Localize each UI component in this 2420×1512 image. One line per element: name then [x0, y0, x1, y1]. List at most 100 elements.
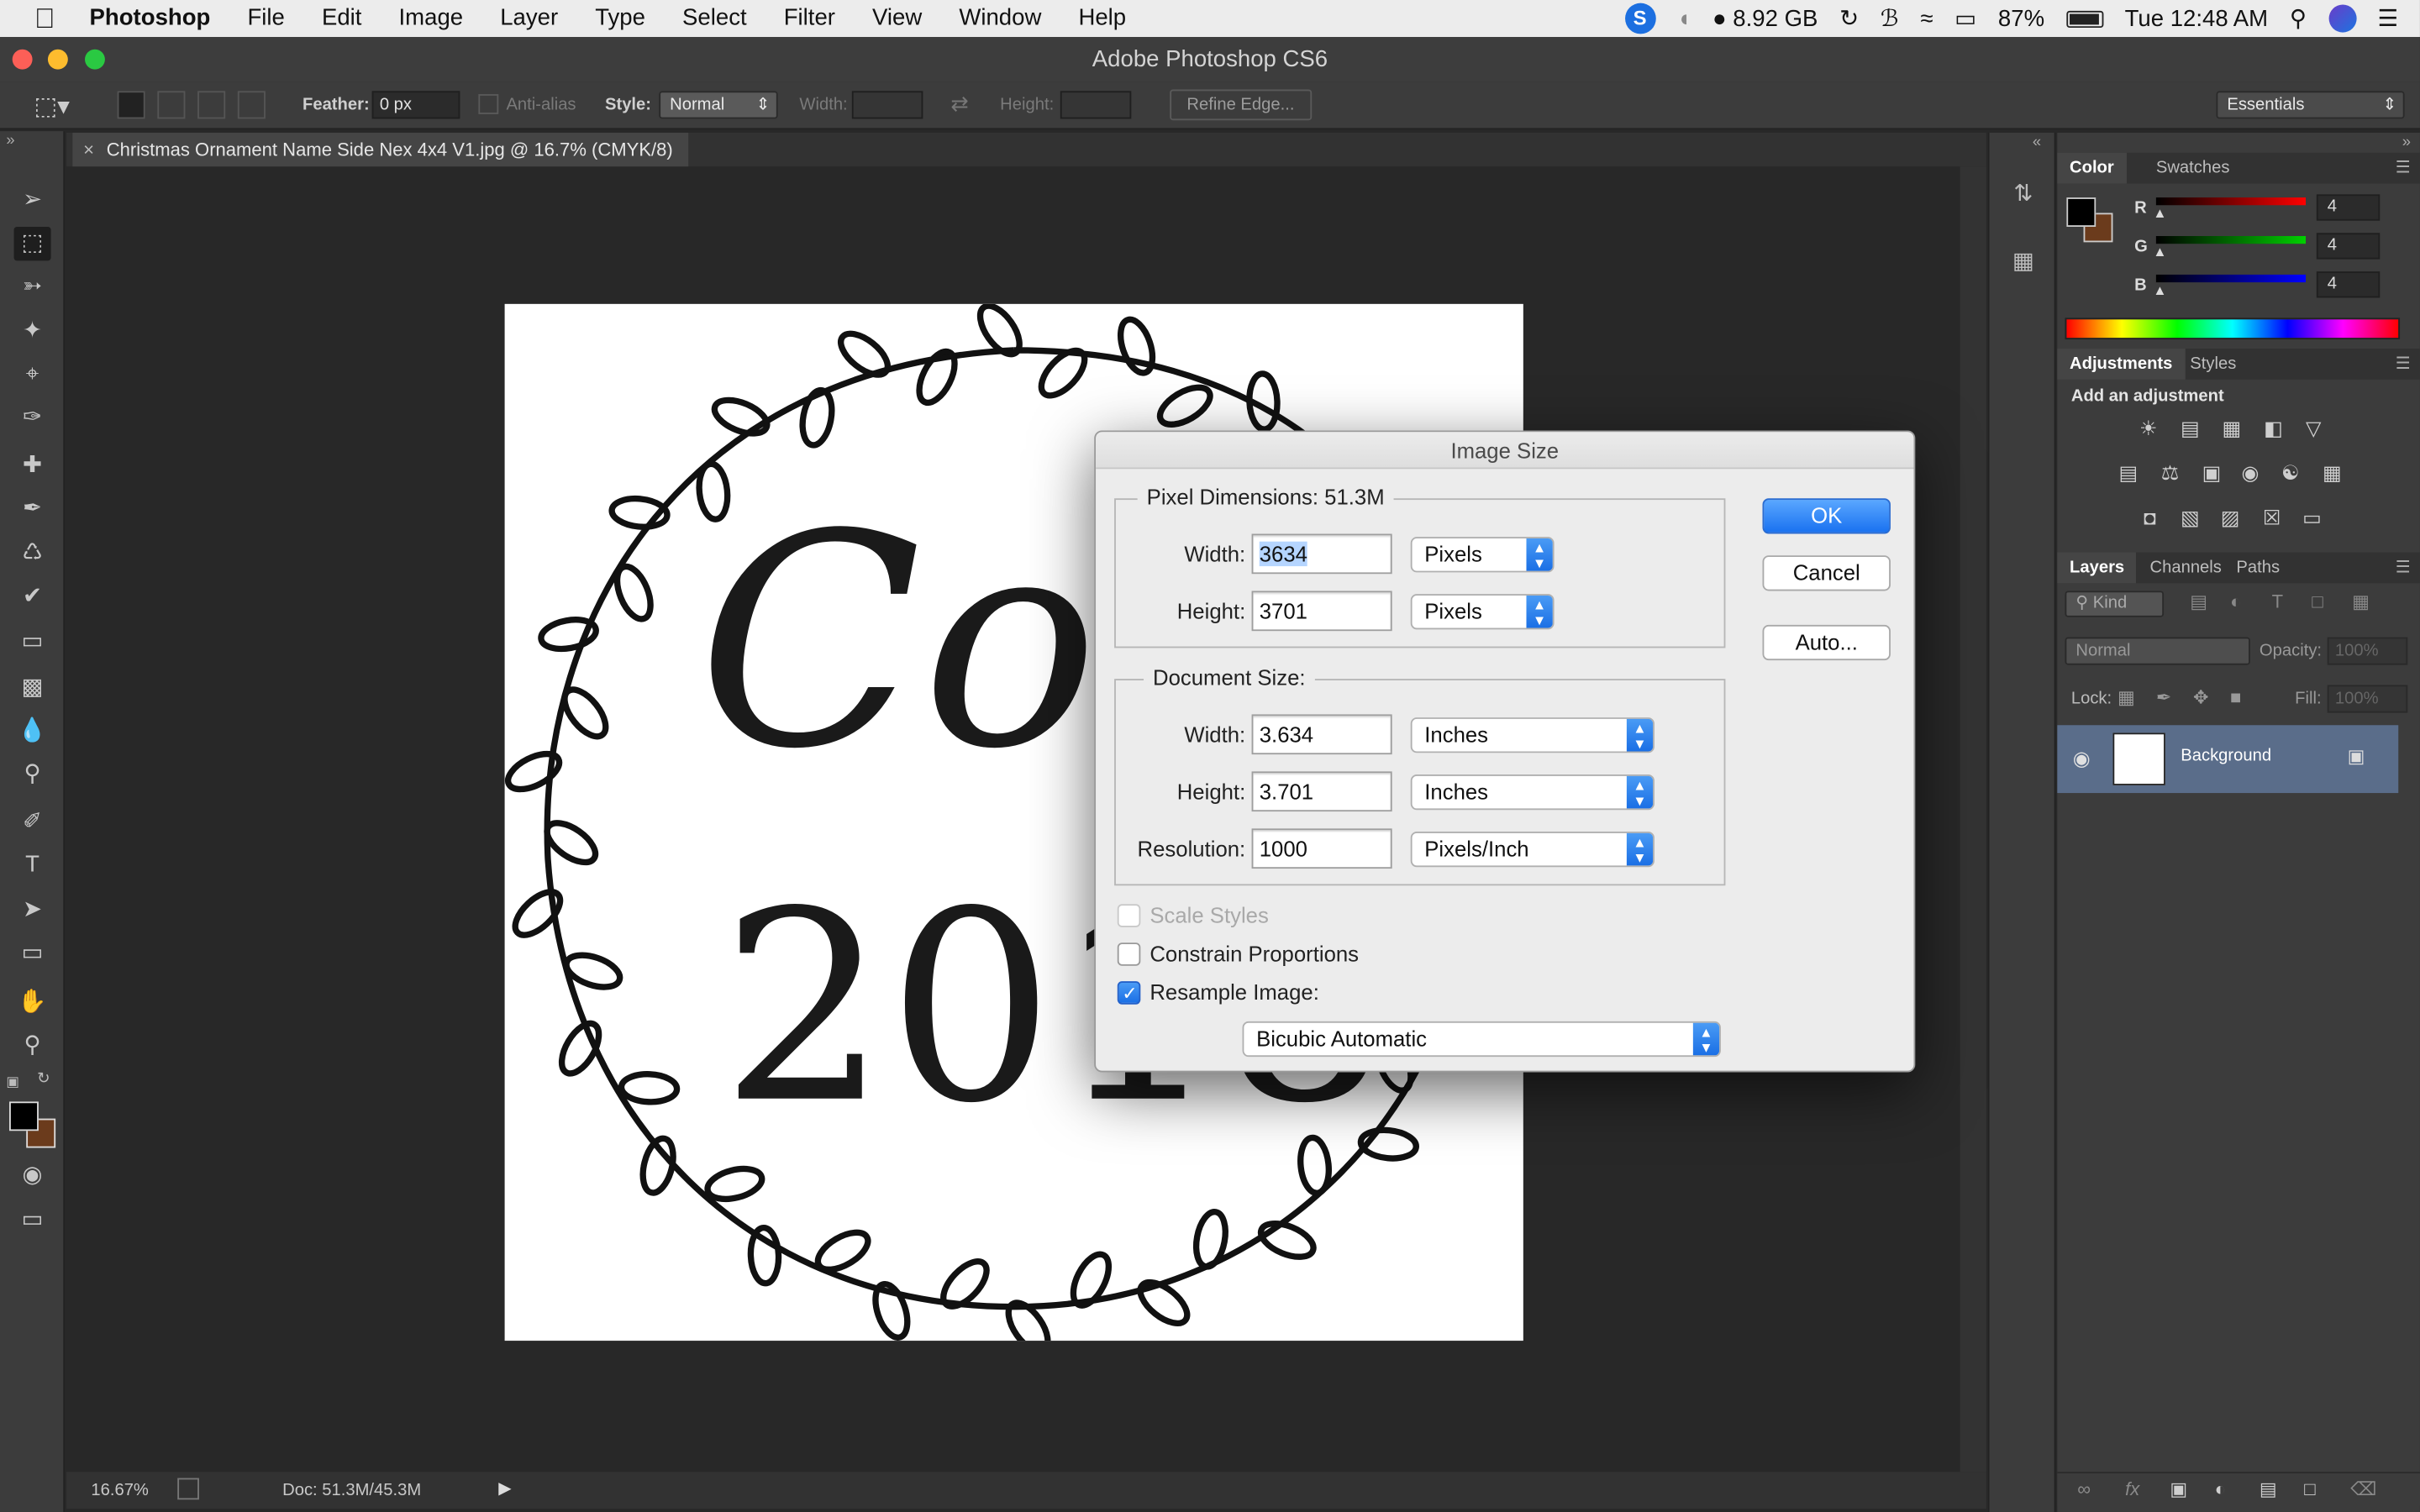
r-value[interactable]: 4 [2316, 194, 2381, 221]
panel-menu-icon[interactable]: ☰ [2396, 553, 2411, 584]
lock-transparency-icon[interactable]: ▦ [2118, 686, 2135, 708]
lock-pixels-icon[interactable]: ✒ [2156, 686, 2171, 708]
doc-height-input[interactable]: 3.701 [1251, 771, 1392, 812]
hand-tool-icon[interactable]: ✋ [14, 986, 51, 1020]
workspace-select[interactable]: Essentials ⇕ [2216, 91, 2405, 119]
move-tool-icon[interactable]: ➢ [14, 184, 51, 218]
style-select[interactable]: Normal ⇕ [659, 91, 778, 119]
posterize-icon[interactable]: ▧ [2176, 505, 2204, 533]
crop-tool-icon[interactable]: ⌖ [14, 358, 51, 391]
gradient-map-icon[interactable]: ▭ [2298, 505, 2326, 533]
swap-colors-icon[interactable]: ↻ [37, 1071, 50, 1088]
px-width-input[interactable]: 3634 [1251, 533, 1392, 575]
brush-tool-icon[interactable]: ✒ [14, 492, 51, 526]
notification-center-icon[interactable]: ☰ [2378, 5, 2399, 32]
px-height-input[interactable]: 3701 [1251, 591, 1392, 632]
g-slider[interactable] [2155, 236, 2307, 244]
menu-file[interactable]: File [229, 0, 302, 37]
px-height-unit-select[interactable]: Pixels ▲ ▼ [1410, 594, 1555, 630]
link-layers-icon[interactable]: ∞ [2077, 1478, 2091, 1500]
sync-icon[interactable]: ◖ [1677, 5, 1691, 31]
skype-icon[interactable]: S [1624, 3, 1655, 34]
path-selection-tool-icon[interactable]: ➤ [14, 893, 51, 927]
ok-button[interactable]: OK [1762, 498, 1891, 534]
width-input[interactable] [851, 91, 923, 119]
cancel-button[interactable]: Cancel [1762, 555, 1891, 591]
panel-menu-icon[interactable]: ☰ [2396, 349, 2411, 380]
zoom-window-button[interactable] [85, 49, 105, 70]
doc-height-unit-select[interactable]: Inches ▲ ▼ [1410, 774, 1655, 811]
minimize-window-button[interactable] [47, 49, 68, 70]
expand-panels-icon[interactable]: » [2402, 134, 2411, 151]
memory-monitor[interactable]: ● 8.92 GB [1712, 5, 1818, 31]
color-spectrum-bar[interactable] [2065, 318, 2401, 340]
constrain-proportions-row[interactable]: Constrain Proportions [1117, 941, 1359, 969]
tab-swatches[interactable]: Swatches [2144, 153, 2242, 184]
status-menu-arrow-icon[interactable]: ▶ [498, 1478, 512, 1498]
app-menu[interactable]: Photoshop [90, 0, 229, 37]
layer-style-icon[interactable]: fx [2125, 1478, 2139, 1500]
blend-mode-select[interactable]: Normal [2065, 637, 2250, 665]
filter-pixel-icon[interactable]: ▤ [2190, 591, 2207, 612]
opacity-input[interactable]: 100% [2327, 637, 2408, 665]
auto-button[interactable]: Auto... [1762, 624, 1891, 661]
screen-mode-icon[interactable]: ▭ [14, 1204, 51, 1237]
healing-brush-tool-icon[interactable]: ✚ [14, 449, 51, 482]
lock-position-icon[interactable]: ✥ [2193, 686, 2208, 708]
r-slider[interactable] [2155, 197, 2307, 206]
hue-saturation-icon[interactable]: ▤ [2114, 459, 2142, 487]
vertical-scrollbar[interactable] [1960, 166, 1986, 1473]
siri-icon[interactable] [2328, 4, 2356, 33]
new-group-icon[interactable]: ▤ [2260, 1478, 2277, 1500]
black-white-icon[interactable]: ▣ [2197, 459, 2225, 487]
invert-icon[interactable]: ◘ [2136, 505, 2164, 533]
lock-all-icon[interactable]: ■ [2230, 686, 2241, 708]
time-machine-icon[interactable]: ↻ [1839, 5, 1859, 32]
resolution-input[interactable]: 1000 [1251, 828, 1392, 869]
color-balance-icon[interactable]: ⚖ [2156, 459, 2184, 487]
resample-image-checkbox[interactable] [1117, 980, 1141, 1005]
menu-type[interactable]: Type [576, 0, 664, 37]
add-mask-icon[interactable]: ▣ [2170, 1478, 2187, 1500]
g-slider-thumb[interactable]: ▲ [2153, 244, 2166, 259]
filter-type-icon[interactable]: T [2272, 591, 2283, 612]
bluetooth-icon[interactable]: ℬ [1881, 5, 1899, 32]
magic-wand-tool-icon[interactable]: ✦ [14, 315, 51, 349]
zoom-level[interactable]: 16.67% [91, 1481, 149, 1499]
gradient-tool-icon[interactable]: ▩ [14, 671, 51, 705]
menu-view[interactable]: View [854, 0, 940, 37]
filter-adjustment-icon[interactable]: ◐ [2230, 591, 2241, 612]
constrain-proportions-checkbox[interactable] [1117, 942, 1141, 966]
resample-image-row[interactable]: Resample Image: [1117, 979, 1319, 1007]
clock[interactable]: Tue 12:48 AM [2125, 5, 2269, 31]
threshold-icon[interactable]: ▨ [2217, 505, 2244, 533]
scale-styles-checkbox[interactable] [1117, 903, 1141, 927]
eraser-tool-icon[interactable]: ▭ [14, 625, 51, 659]
photo-filter-icon[interactable]: ◉ [2236, 459, 2264, 487]
menu-window[interactable]: Window [940, 0, 1060, 37]
g-value[interactable]: 4 [2316, 233, 2381, 260]
selective-color-icon[interactable]: ☒ [2258, 505, 2286, 533]
add-selection-icon[interactable] [157, 91, 186, 119]
collapse-tools-icon[interactable]: » [6, 133, 14, 150]
intersect-selection-icon[interactable] [237, 91, 266, 119]
type-tool-icon[interactable]: T [14, 848, 51, 882]
filter-smart-object-icon[interactable]: ▦ [2352, 591, 2370, 612]
r-slider-thumb[interactable]: ▲ [2153, 205, 2166, 220]
curves-icon[interactable]: ▦ [2217, 415, 2245, 443]
tab-paths[interactable]: Paths [2224, 553, 2292, 584]
close-tab-icon[interactable]: × [83, 133, 94, 166]
b-slider-thumb[interactable]: ▲ [2153, 282, 2166, 297]
pen-tool-icon[interactable]: ✐ [14, 806, 51, 839]
tab-layers[interactable]: Layers [2057, 552, 2137, 584]
spotlight-icon[interactable]: ⚲ [2290, 5, 2307, 32]
wifi-icon[interactable]: ≈ [1920, 5, 1933, 31]
resolution-unit-select[interactable]: Pixels/Inch ▲ ▼ [1410, 831, 1655, 868]
tab-styles[interactable]: Styles [2178, 349, 2249, 380]
height-input[interactable] [1060, 91, 1132, 119]
close-window-button[interactable] [12, 49, 33, 70]
doc-width-input[interactable]: 3.634 [1251, 714, 1392, 755]
properties-panel-icon[interactable]: ▦ [2008, 247, 2039, 278]
doc-width-unit-select[interactable]: Inches ▲ ▼ [1410, 717, 1655, 753]
filter-shape-icon[interactable]: □ [2312, 591, 2323, 612]
